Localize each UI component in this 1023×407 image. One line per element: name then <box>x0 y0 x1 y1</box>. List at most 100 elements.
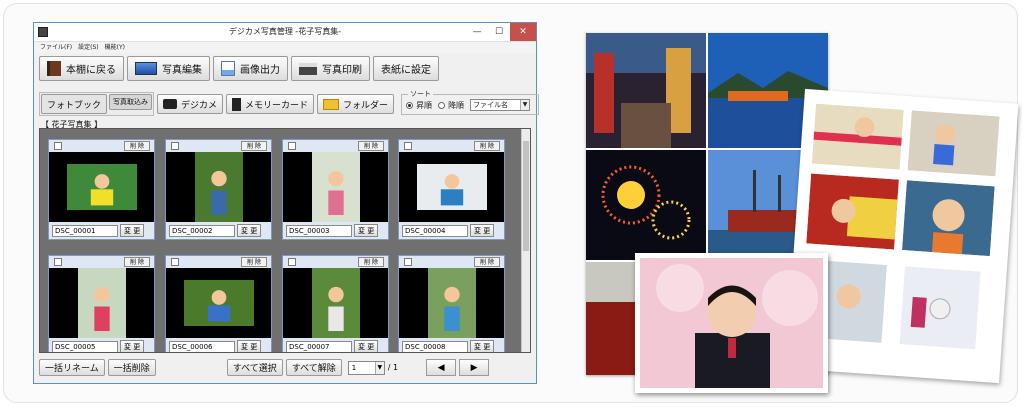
filename-field[interactable]: DSC_00002 <box>169 224 235 237</box>
rename-button[interactable]: 変 更 <box>120 340 145 352</box>
photo-card[interactable]: 削 除 DSC_00003 変 更 <box>282 139 389 240</box>
filename-field[interactable]: DSC_00001 <box>52 224 118 237</box>
delete-photo-button[interactable]: 削 除 <box>474 257 500 267</box>
filename-field[interactable]: DSC_00008 <box>402 340 468 352</box>
chevron-down-icon: ▼ <box>374 361 384 374</box>
delete-photo-button[interactable]: 削 除 <box>241 257 267 267</box>
rename-button[interactable]: 変 更 <box>120 224 145 237</box>
filename-field[interactable]: DSC_00004 <box>402 224 468 237</box>
sort-descending-radio[interactable] <box>438 101 446 109</box>
delete-photo-button[interactable]: 削 除 <box>358 257 384 267</box>
scrollbar-thumb[interactable] <box>523 141 529 251</box>
set-cover-label: 表紙に設定 <box>381 65 431 76</box>
image-export-label: 画像出力 <box>240 65 280 76</box>
sort-descending-label: 降順 <box>448 100 465 110</box>
photo-select-checkbox[interactable] <box>404 142 412 150</box>
photo-card[interactable]: 削 除 DSC_00006 変 更 <box>165 255 272 352</box>
photo-print-label: 写真印刷 <box>322 65 362 76</box>
photo-gallery: 削 除 DSC_00001 変 更削 除 DSC_00002 変 更削 除 DSC_000… <box>39 128 531 353</box>
photo-card[interactable]: 削 除 DSC_00008 変 更 <box>398 255 505 352</box>
main-toolbar: 本棚に戻る 写真編集 画像出力 写真印刷 表紙に設定 <box>39 56 439 81</box>
kid-sheet-photo-6 <box>899 266 981 350</box>
photo-frame[interactable] <box>166 268 271 338</box>
photo-select-checkbox[interactable] <box>404 258 412 266</box>
photo-card-header: 削 除 <box>166 256 271 268</box>
set-cover-button[interactable]: 表紙に設定 <box>373 56 439 81</box>
photo-card[interactable]: 削 除 DSC_00002 変 更 <box>165 139 272 240</box>
page-value: 1 <box>351 363 357 372</box>
filename-field[interactable]: DSC_00006 <box>169 340 235 352</box>
prev-page-button[interactable]: ◀ <box>426 359 457 376</box>
photo-card-header: 削 除 <box>166 140 271 152</box>
filename-field[interactable]: DSC_00005 <box>52 340 118 352</box>
prev-arrow-icon: ◀ <box>437 362 445 373</box>
photo-edit-button[interactable]: 写真編集 <box>127 56 210 81</box>
select-all-button[interactable]: すべて選択 <box>226 359 283 376</box>
photo-card[interactable]: 削 除 DSC_00004 変 更 <box>398 139 505 240</box>
photo-card-footer: DSC_00006 変 更 <box>166 338 271 352</box>
photo-thumbnail <box>66 164 137 210</box>
photo-card[interactable]: 削 除 DSC_00007 変 更 <box>282 255 389 352</box>
photo-card-footer: DSC_00003 変 更 <box>283 222 388 239</box>
batch-rename-button[interactable]: 一括リネーム <box>39 359 105 376</box>
memory-card-button[interactable]: メモリーカード <box>226 94 315 114</box>
kid-sheet-photo-3 <box>806 173 899 250</box>
rename-button[interactable]: 変 更 <box>354 340 379 352</box>
photo-frame[interactable] <box>283 268 388 338</box>
next-arrow-icon: ▶ <box>470 362 478 373</box>
photobook-tab[interactable]: フォトブック <box>41 94 108 114</box>
photo-card[interactable]: 削 除 DSC_00005 変 更 <box>48 255 155 352</box>
photo-frame[interactable] <box>283 152 388 222</box>
photo-card-footer: DSC_00007 変 更 <box>283 338 388 352</box>
folder-label: フォルダー <box>343 100 389 111</box>
rename-button[interactable]: 変 更 <box>470 224 495 237</box>
photo-card-header: 削 除 <box>283 140 388 152</box>
photo-frame[interactable] <box>49 268 154 338</box>
deselect-all-button[interactable]: すべて解除 <box>285 359 342 376</box>
photo-select-checkbox[interactable] <box>54 142 62 150</box>
photo-frame[interactable] <box>166 152 271 222</box>
photo-print-button[interactable]: 写真印刷 <box>291 56 370 81</box>
back-to-shelf-button[interactable]: 本棚に戻る <box>39 56 124 81</box>
photo-frame[interactable] <box>49 152 154 222</box>
photo-thumbnail <box>427 268 476 338</box>
photo-thumbnail <box>416 164 487 210</box>
folder-button[interactable]: フォルダー <box>317 94 395 114</box>
photo-select-checkbox[interactable] <box>171 258 179 266</box>
rename-button[interactable]: 変 更 <box>237 224 262 237</box>
photo-card[interactable]: 削 除 DSC_00001 変 更 <box>48 139 155 240</box>
photo-thumbnail <box>311 268 360 338</box>
page-select[interactable]: 1 ▼ <box>347 360 385 375</box>
bookshelf-icon <box>47 61 61 76</box>
delete-photo-button[interactable]: 削 除 <box>241 141 267 151</box>
delete-photo-button[interactable]: 削 除 <box>474 141 500 151</box>
sort-field-select[interactable]: ファイル名 ▼ <box>470 99 531 111</box>
photo-select-checkbox[interactable] <box>288 142 296 150</box>
batch-delete-button[interactable]: 一括削除 <box>107 359 156 376</box>
photo-frame[interactable] <box>399 268 504 338</box>
delete-photo-button[interactable]: 削 除 <box>358 141 384 151</box>
sort-ascending-radio[interactable] <box>406 101 414 109</box>
sort-ascending-label: 昇順 <box>416 100 433 110</box>
digicam-label: デジカメ <box>181 100 218 111</box>
rename-button[interactable]: 変 更 <box>237 340 262 352</box>
photo-select-checkbox[interactable] <box>288 258 296 266</box>
photo-frame[interactable] <box>399 152 504 222</box>
delete-photo-button[interactable]: 削 除 <box>124 257 150 267</box>
filename-field[interactable]: DSC_00003 <box>286 224 352 237</box>
photo-card-header: 削 除 <box>399 256 504 268</box>
photo-card-header: 削 除 <box>399 140 504 152</box>
import-photos-tab[interactable]: 写真取込み <box>109 94 153 110</box>
photo-select-checkbox[interactable] <box>171 142 179 150</box>
rename-button[interactable]: 変 更 <box>470 340 495 352</box>
delete-photo-button[interactable]: 削 除 <box>124 141 150 151</box>
photo-card-footer: DSC_00005 変 更 <box>49 338 154 352</box>
gallery-scrollbar[interactable] <box>521 129 530 352</box>
next-page-button[interactable]: ▶ <box>459 359 490 376</box>
photo-select-checkbox[interactable] <box>54 258 62 266</box>
schoolgirl-photo <box>640 258 823 388</box>
digicam-button[interactable]: デジカメ <box>157 94 224 114</box>
image-export-button[interactable]: 画像出力 <box>213 56 288 81</box>
filename-field[interactable]: DSC_00007 <box>286 340 352 352</box>
rename-button[interactable]: 変 更 <box>354 224 379 237</box>
